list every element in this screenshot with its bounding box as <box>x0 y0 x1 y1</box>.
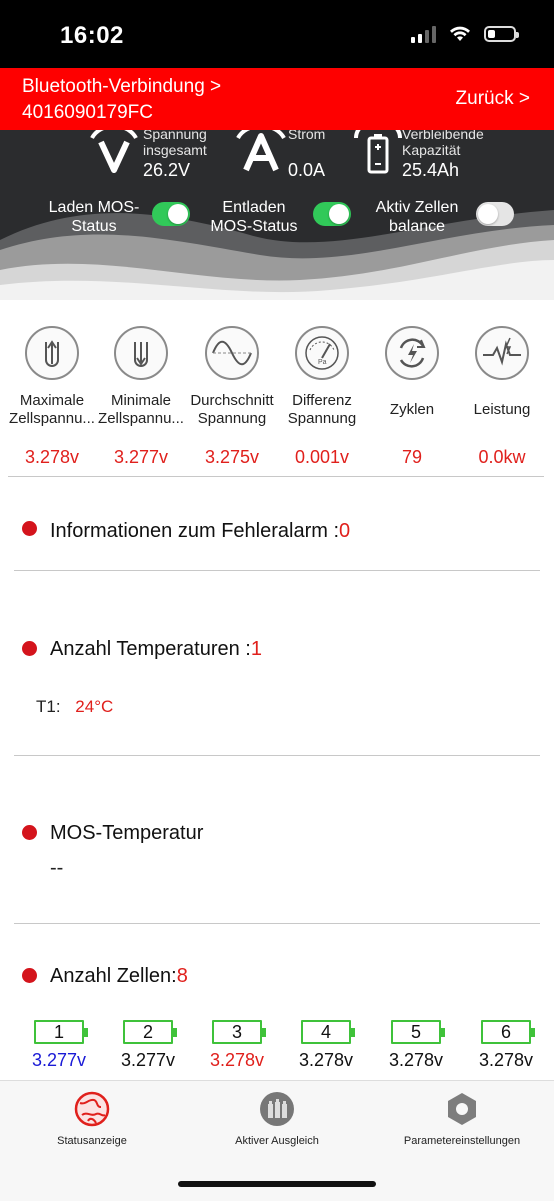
alarm-info: Informationen zum Fehleralarm :0 <box>50 520 351 542</box>
mos-temperature-value: -- <box>50 857 64 879</box>
divider <box>14 570 540 571</box>
power-stat: Leistung 0.0kw <box>456 326 548 467</box>
cell-item: 2 3.277v <box>113 1020 183 1071</box>
phone-battery-icon <box>484 26 519 42</box>
temperature-sensor-value: 24°C <box>75 697 114 716</box>
divider <box>14 923 540 924</box>
cell-battery-icon: 5 <box>391 1020 445 1044</box>
cell-voltage: 3.278v <box>388 1050 444 1070</box>
cycles-value: 79 <box>401 447 423 467</box>
cells-bullet-icon <box>22 968 37 983</box>
tab-statusanzeige[interactable]: Statusanzeige <box>32 1091 152 1147</box>
cell-stats-row: Maximale Zellspannu... 3.278v Minimale Zel… <box>0 326 554 476</box>
cell-voltage: 3.278v <box>478 1050 534 1070</box>
remaining-capacity-value: 25.4Ah <box>402 160 460 180</box>
average-voltage-stat: Durchschnitt Spannung 3.275v <box>186 326 278 467</box>
cell-battery-icon: 2 <box>123 1020 177 1044</box>
cell-count: 8 <box>176 965 188 987</box>
back-button[interactable]: Zurück > <box>456 88 530 110</box>
cell-item: 1 3.277v <box>24 1020 94 1071</box>
min-cell-voltage-value: 3.277v <box>113 447 169 467</box>
temperature-count: 1 <box>250 638 262 660</box>
device-id: 4016090179FC <box>22 102 153 123</box>
cell-item: 6 3.278v <box>471 1020 541 1071</box>
max-cell-voltage-stat: Maximale Zellspannu... 3.278v <box>6 326 98 467</box>
max-cell-voltage-icon <box>25 326 79 380</box>
status-globe-icon <box>74 1091 110 1127</box>
power-name: Leistung <box>473 401 531 418</box>
battery-summary-panel: Spannung insgesamt 26.2V Strom 0.0A Verbl… <box>0 130 554 300</box>
max-cell-voltage-name: Maximale Zellspannu... <box>9 392 95 427</box>
active-balance-switch[interactable] <box>476 202 514 226</box>
alarm-count: 0 <box>339 520 351 542</box>
cycles-icon <box>385 326 439 380</box>
discharge-mos-label: Entladen MOS-Status <box>210 199 298 235</box>
divider <box>14 755 540 756</box>
balance-icon <box>259 1091 295 1127</box>
cell-voltage: 3.277v <box>31 1050 87 1070</box>
total-voltage-label: Spannung insgesamt <box>143 130 207 158</box>
cycles-name: Zyklen <box>389 401 435 418</box>
remaining-capacity-label: Verbleibende Kapazität <box>402 130 484 158</box>
settings-hexagon-icon <box>444 1091 480 1127</box>
active-balance-label: Aktiv Zellen balance <box>375 199 459 235</box>
average-voltage-name: Durchschnitt Spannung <box>190 392 274 427</box>
charge-mos-switch[interactable] <box>152 202 190 226</box>
min-cell-voltage-name: Minimale Zellspannu... <box>98 392 184 427</box>
cell-item: 5 3.278v <box>381 1020 451 1071</box>
mos-temperature-bullet-icon <box>22 825 37 840</box>
temperature-row-t1: T1: 24°C <box>36 697 113 717</box>
power-value: 0.0kw <box>478 447 526 467</box>
wifi-icon <box>450 26 470 41</box>
cell-item: 3 3.278v <box>202 1020 272 1071</box>
tab-aktiver-ausgleich-label: Aktiver Ausgleich <box>235 1135 319 1147</box>
power-icon <box>475 326 529 380</box>
temperature-count-title: Anzahl Temperaturen :1 <box>50 638 262 660</box>
bluetooth-connection-link[interactable]: Bluetooth-Verbindung > 4016090179FC <box>22 74 221 126</box>
clock: 16:02 <box>60 22 124 49</box>
cellular-signal-icon <box>411 25 436 43</box>
tab-aktiver-ausgleich[interactable]: Aktiver Ausgleich <box>212 1091 342 1147</box>
voltage-difference-name: Differenz Spannung <box>287 392 357 427</box>
system-status-bar: 16:02 <box>0 0 554 68</box>
charge-mos-label: Laden MOS- Status <box>48 199 140 235</box>
temperature-bullet-icon <box>22 641 37 656</box>
svg-text:Pa: Pa <box>318 359 327 366</box>
cell-voltage: 3.277v <box>120 1050 176 1070</box>
alarm-bullet-icon <box>22 521 37 536</box>
discharge-mos-switch[interactable] <box>313 202 351 226</box>
cell-voltage: 3.278v <box>298 1050 354 1070</box>
voltage-difference-value: 0.001v <box>294 447 350 467</box>
temperature-sensor-name: T1: <box>36 697 61 716</box>
connection-header: Bluetooth-Verbindung > 4016090179FC Zurü… <box>0 68 554 130</box>
cell-count-title: Anzahl Zellen:8 <box>50 965 188 987</box>
cycles-stat: Zyklen 79 <box>366 326 458 467</box>
divider <box>8 476 544 477</box>
cell-battery-icon: 1 <box>34 1020 88 1044</box>
voltage-icon <box>90 130 138 173</box>
cell-item: 4 3.278v <box>291 1020 361 1071</box>
tab-parametereinstellungen[interactable]: Parametereinstellungen <box>392 1091 532 1147</box>
cell-voltage: 3.278v <box>209 1050 265 1070</box>
min-cell-voltage-stat: Minimale Zellspannu... 3.277v <box>95 326 187 467</box>
cell-battery-icon: 4 <box>301 1020 355 1044</box>
bluetooth-connection-label: Bluetooth-Verbindung > <box>22 76 222 97</box>
tab-parametereinstellungen-label: Parametereinstellungen <box>403 1135 521 1147</box>
current-value: 0.0A <box>288 160 326 180</box>
home-indicator <box>178 1181 376 1187</box>
min-cell-voltage-icon <box>114 326 168 380</box>
cell-battery-icon: 3 <box>212 1020 266 1044</box>
battery-capacity-icon <box>354 130 402 174</box>
voltage-difference-icon: Pa <box>295 326 349 380</box>
tab-statusanzeige-label: Statusanzeige <box>57 1135 127 1147</box>
max-cell-voltage-value: 3.278v <box>24 447 80 467</box>
cell-battery-icon: 6 <box>481 1020 535 1044</box>
current-icon <box>236 130 286 172</box>
average-voltage-icon <box>205 326 259 380</box>
current-label: Strom <box>288 130 326 142</box>
voltage-difference-stat: Pa Differenz Spannung 0.001v <box>276 326 368 467</box>
total-voltage-value: 26.2V <box>143 160 191 180</box>
average-voltage-value: 3.275v <box>204 447 260 467</box>
mos-temperature-title: MOS-Temperatur <box>50 822 204 844</box>
